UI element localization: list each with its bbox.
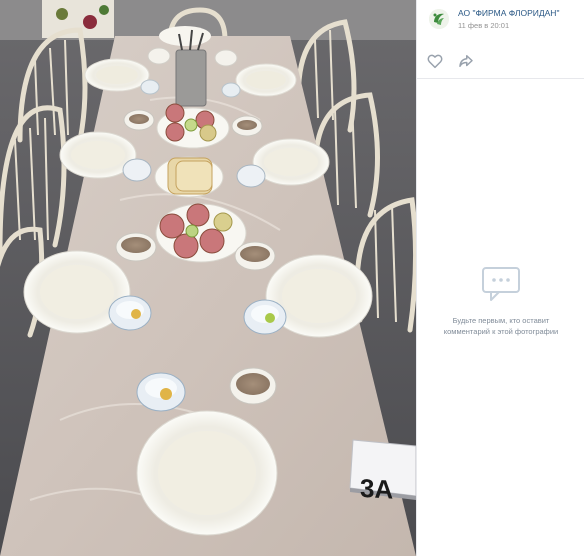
comments-empty-state: Будьте первым, кто оставит комментарий к… xyxy=(417,265,584,337)
table-sign: 3А xyxy=(349,439,416,505)
cup xyxy=(214,49,238,67)
comments-empty-line1: Будьте первым, кто оставит xyxy=(452,316,550,325)
cutlery-holder xyxy=(175,49,207,107)
yogurt xyxy=(108,295,152,331)
logo-icon xyxy=(429,9,449,29)
heart-icon[interactable] xyxy=(426,52,444,70)
post-header: АО "ФИРМА ФЛОРИДАН" 11 фев в 20:01 xyxy=(417,0,584,44)
share-icon[interactable] xyxy=(457,52,475,70)
table-sign-label: 3А xyxy=(360,473,393,505)
yogurt xyxy=(236,164,266,188)
bread-slices xyxy=(167,157,213,195)
post-date[interactable]: 11 фев в 20:01 xyxy=(458,21,509,30)
chat-bubble-icon xyxy=(482,267,520,301)
yogurt xyxy=(140,79,160,95)
cup xyxy=(147,47,171,65)
yogurt xyxy=(136,372,186,412)
photo-viewer[interactable]: 3А xyxy=(0,0,416,556)
yogurt xyxy=(221,82,241,98)
yogurt xyxy=(122,158,152,182)
post-actions xyxy=(417,44,584,79)
comments-empty-text: Будьте первым, кто оставит комментарий к… xyxy=(417,315,584,337)
avatar[interactable] xyxy=(429,9,449,29)
photo: 3А xyxy=(0,0,416,556)
plate xyxy=(159,26,211,46)
yogurt xyxy=(243,299,287,335)
comments-empty-line2: комментарий к этой фотографии xyxy=(443,327,559,336)
sidebar: АО "ФИРМА ФЛОРИДАН" 11 фев в 20:01 Будьт… xyxy=(416,0,584,556)
author-name[interactable]: АО "ФИРМА ФЛОРИДАН" xyxy=(458,8,559,18)
